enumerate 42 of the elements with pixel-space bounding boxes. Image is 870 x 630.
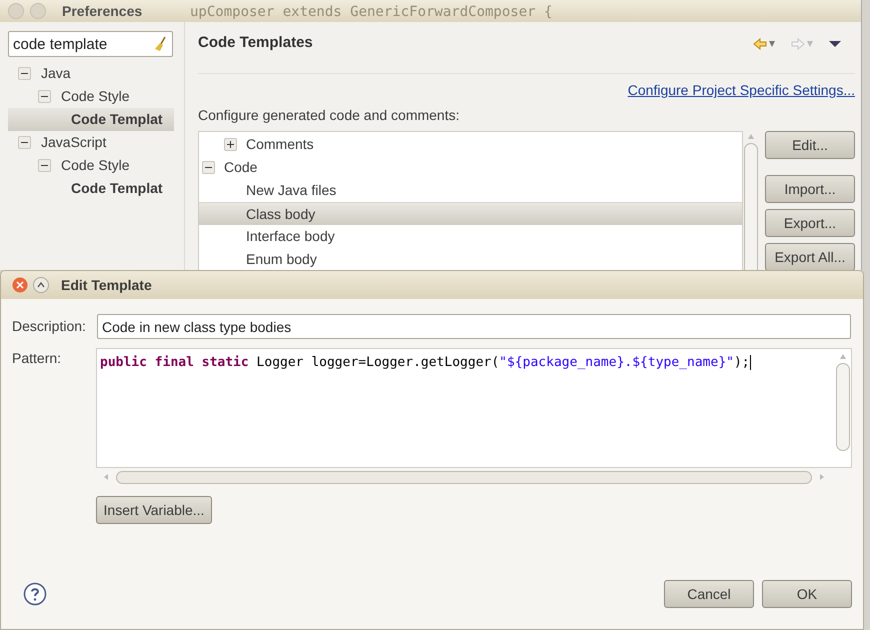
tree-item[interactable]: JavaScript — [8, 131, 174, 154]
dialog-title: Edit Template — [61, 276, 152, 295]
window-title: Preferences — [62, 2, 142, 20]
template-item[interactable]: New Java files — [199, 179, 742, 202]
collapse-icon[interactable] — [38, 90, 51, 103]
dialog-button[interactable]: Cancel — [664, 580, 754, 608]
dialog-button[interactable]: Import... — [765, 175, 855, 203]
template-item[interactable]: Enum body — [199, 248, 742, 270]
broom-icon[interactable] — [154, 36, 168, 52]
pattern-label: Pattern: — [12, 349, 62, 368]
instructions-text: Configure generated code and comments: — [198, 106, 460, 125]
dialog-button[interactable]: Edit... — [765, 131, 855, 159]
pattern-code: public final static Logger logger=Logger.getLogger("${package_name}.${type_name}"); — [100, 355, 751, 370]
tree-item[interactable]: Code Templat — [8, 177, 174, 200]
tree-item[interactable]: Code Style — [8, 154, 174, 177]
pattern-editor[interactable]: public final static Logger logger=Logger.getLogger("${package_name}.${type_name}"); — [96, 348, 852, 468]
menu-icon[interactable] — [829, 40, 841, 48]
dialog-button[interactable]: Insert Variable... — [96, 496, 212, 524]
template-item[interactable]: Class body — [199, 202, 742, 225]
tree-item[interactable]: Java — [8, 62, 174, 85]
help-icon[interactable] — [23, 582, 47, 606]
maximize-icon[interactable] — [33, 277, 49, 293]
tree-item[interactable]: Code Style — [8, 85, 174, 108]
page-title: Code Templates — [198, 33, 313, 53]
expand-icon[interactable] — [224, 138, 237, 151]
template-item[interactable]: Comments — [199, 133, 742, 156]
tree-item[interactable]: Code Templat — [8, 108, 174, 131]
template-item[interactable]: Interface body — [199, 225, 742, 248]
dialog-button[interactable]: Export All... — [765, 243, 855, 270]
background-code: upComposer extends GenericForwardComposer { — [190, 3, 552, 22]
dialog-button[interactable]: OK — [762, 580, 852, 608]
dialog-button[interactable]: Export... — [765, 209, 855, 237]
collapse-icon[interactable] — [202, 161, 215, 174]
collapse-icon[interactable] — [18, 67, 31, 80]
back-icon[interactable] — [753, 38, 777, 50]
filter-field[interactable]: code template — [8, 31, 173, 57]
settings-link[interactable]: Configure Project Specific Settings... — [628, 80, 855, 101]
collapse-icon[interactable] — [18, 136, 31, 149]
template-item[interactable]: Code — [199, 156, 742, 179]
description-label: Description: — [12, 317, 87, 336]
description-field[interactable]: Code in new class type bodies — [97, 314, 851, 339]
collapse-icon[interactable] — [38, 159, 51, 172]
